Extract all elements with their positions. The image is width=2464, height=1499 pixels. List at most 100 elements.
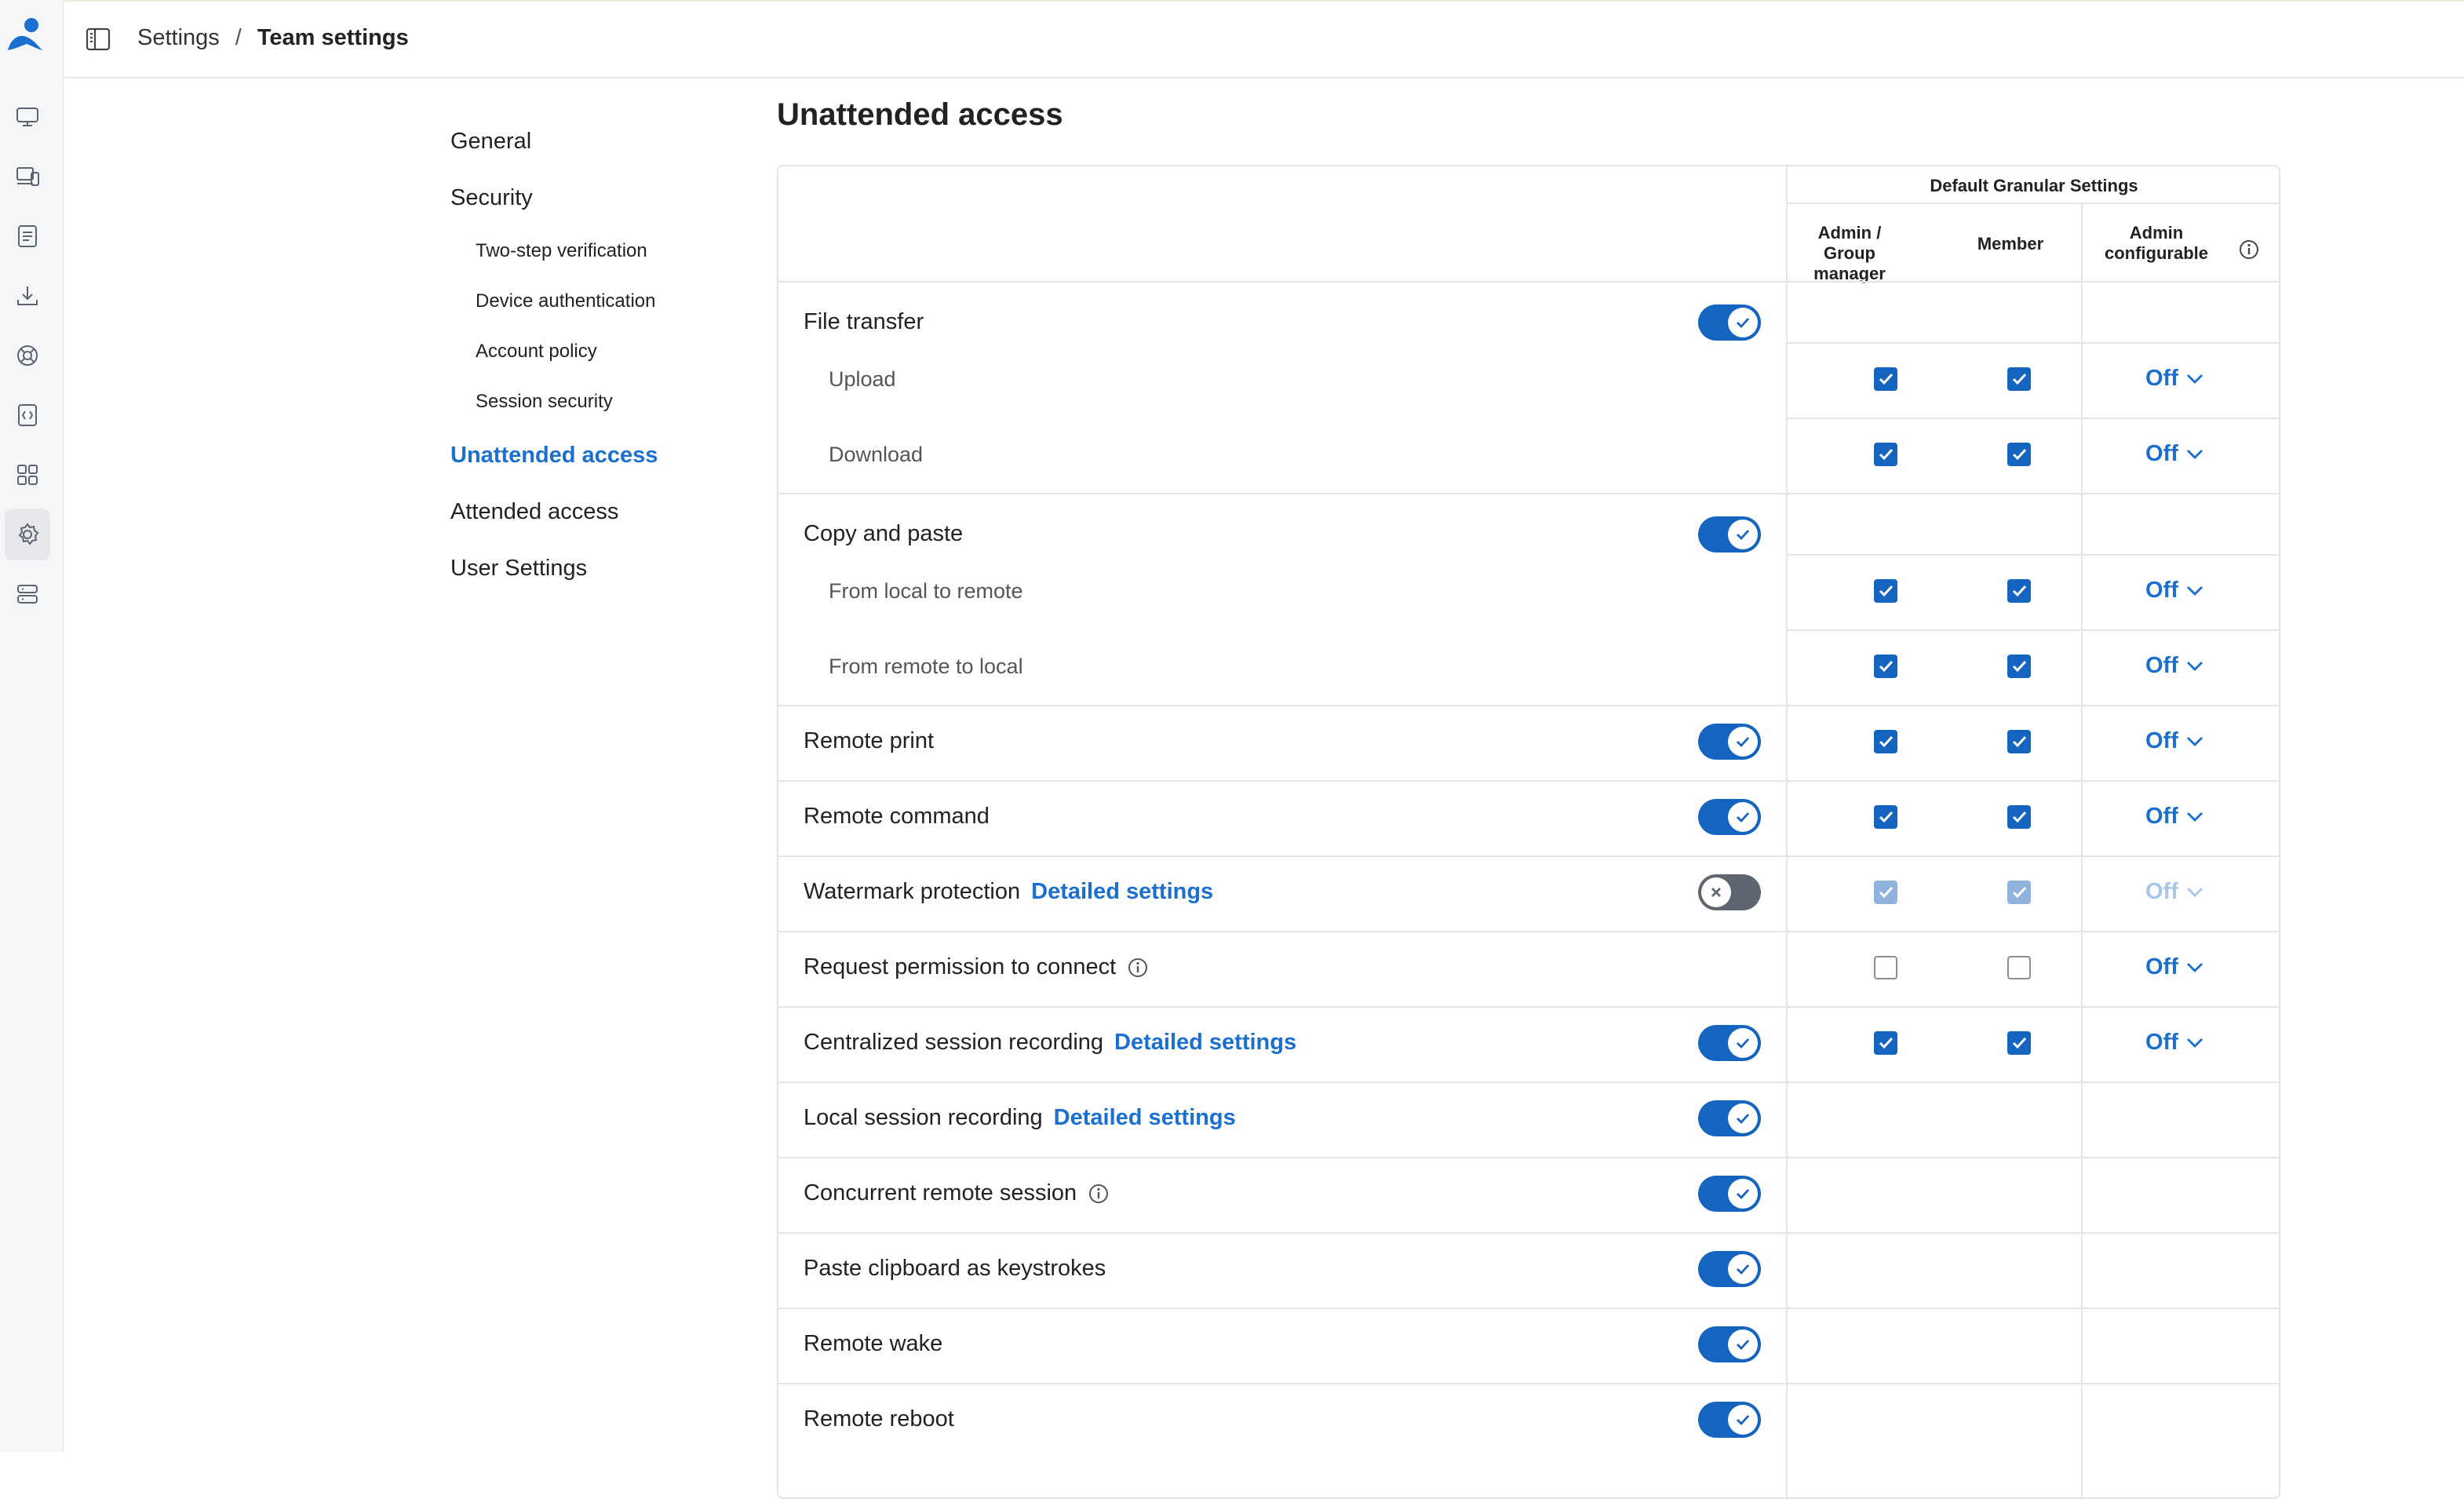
info-icon[interactable] [2238, 239, 2260, 261]
watermark-configurable-dropdown[interactable]: Off [2145, 879, 2203, 905]
file-transfer-toggle[interactable] [1698, 305, 1761, 341]
local-to-remote-member-checkbox[interactable] [2007, 579, 2031, 603]
row-remote-wake-label: Remote wake [804, 1331, 943, 1356]
check-icon [1728, 1254, 1758, 1284]
row-divider [778, 1157, 2279, 1158]
row-watermark-label: Watermark protection [804, 879, 1021, 904]
info-icon[interactable] [1127, 957, 1149, 979]
nav-account-policy[interactable]: Account policy [476, 341, 597, 363]
row-remote-print-label: Remote print [804, 728, 935, 753]
local-to-remote-admin-checkbox[interactable] [1874, 579, 1897, 603]
nav-device-authentication[interactable]: Device authentication [476, 290, 655, 312]
local-recording-toggle[interactable] [1698, 1100, 1761, 1136]
dropdown-value: Off [2145, 653, 2178, 678]
local-to-remote-configurable-dropdown[interactable]: Off [2145, 578, 2203, 604]
watermark-detailed-settings-link[interactable]: Detailed settings [1031, 879, 1213, 905]
nav-security[interactable]: Security [450, 185, 533, 211]
upload-configurable-dropdown[interactable]: Off [2145, 366, 2203, 392]
close-icon [1701, 877, 1731, 907]
nav-session-security[interactable]: Session security [476, 391, 613, 413]
upload-admin-checkbox[interactable] [1874, 367, 1897, 391]
col-admin-configurable: Admin configurable [2104, 223, 2208, 263]
remote-print-configurable-dropdown[interactable]: Off [2145, 728, 2203, 754]
icon-rail [0, 0, 64, 1452]
nav-unattended-access[interactable]: Unattended access [450, 443, 658, 469]
request-permission-member-checkbox[interactable] [2007, 956, 2031, 979]
centralized-recording-detailed-settings-link[interactable]: Detailed settings [1114, 1030, 1296, 1056]
nav-user-settings[interactable]: User Settings [450, 556, 587, 582]
sidebar-toggle-icon[interactable] [84, 25, 112, 53]
remote-command-member-checkbox[interactable] [2007, 805, 2031, 829]
row-divider [778, 705, 2279, 706]
chevron-down-icon [2186, 585, 2203, 596]
watermark-admin-checkbox[interactable] [1874, 881, 1897, 904]
watermark-toggle[interactable] [1698, 874, 1761, 910]
splashtop-logo-icon[interactable] [3, 14, 47, 58]
remote-to-local-configurable-dropdown[interactable]: Off [2145, 653, 2203, 679]
nav-general[interactable]: General [450, 129, 531, 155]
chevron-down-icon [2186, 887, 2203, 897]
rail-apps-icon[interactable] [5, 449, 50, 501]
remote-to-local-admin-checkbox[interactable] [1874, 655, 1897, 678]
chevron-down-icon [2186, 736, 2203, 746]
remote-reboot-toggle[interactable] [1698, 1402, 1761, 1438]
check-icon [1728, 727, 1758, 757]
row-centralized-recording: Centralized session recording Detailed s… [804, 1030, 1296, 1056]
remote-print-admin-checkbox[interactable] [1874, 730, 1897, 753]
settings-table: Default Granular Settings Admin / Group … [777, 165, 2280, 1499]
rail-computers-icon[interactable] [5, 91, 50, 143]
row-centralized-recording-label: Centralized session recording [804, 1030, 1104, 1055]
nav-attended-access[interactable]: Attended access [450, 499, 618, 525]
rail-sos-icon[interactable] [5, 389, 50, 441]
check-icon [1728, 1103, 1758, 1133]
info-icon[interactable] [1088, 1183, 1110, 1205]
breadcrumb-settings[interactable]: Settings [137, 25, 220, 51]
rail-settings-icon[interactable] [5, 509, 50, 560]
dropdown-value: Off [2145, 441, 2178, 466]
nav-two-step-verification[interactable]: Two-step verification [476, 240, 647, 262]
centralized-recording-admin-checkbox[interactable] [1874, 1031, 1897, 1055]
remote-command-configurable-dropdown[interactable]: Off [2145, 804, 2203, 830]
row-download-label: Download [829, 443, 924, 466]
concurrent-session-toggle[interactable] [1698, 1176, 1761, 1212]
centralized-recording-toggle[interactable] [1698, 1025, 1761, 1061]
request-permission-configurable-dropdown[interactable]: Off [2145, 954, 2203, 980]
copy-paste-toggle[interactable] [1698, 516, 1761, 553]
local-recording-detailed-settings-link[interactable]: Detailed settings [1054, 1105, 1236, 1131]
rail-servers-icon[interactable] [5, 568, 50, 620]
request-permission-admin-checkbox[interactable] [1874, 956, 1897, 979]
dropdown-value: Off [2145, 954, 2178, 979]
centralized-recording-configurable-dropdown[interactable]: Off [2145, 1030, 2203, 1056]
rail-reports-icon[interactable] [5, 210, 50, 262]
row-concurrent-session: Concurrent remote session [804, 1180, 1110, 1206]
download-configurable-dropdown[interactable]: Off [2145, 441, 2203, 467]
check-icon [1728, 1028, 1758, 1058]
row-request-permission-label: Request permission to connect [804, 954, 1117, 979]
row-divider [778, 1006, 2279, 1008]
remote-command-admin-checkbox[interactable] [1874, 805, 1897, 829]
check-icon [1728, 1179, 1758, 1209]
rail-download-icon[interactable] [5, 270, 50, 322]
group-header: Default Granular Settings [1930, 176, 2138, 195]
rail-support-icon[interactable] [5, 330, 50, 381]
watermark-member-checkbox[interactable] [2007, 881, 2031, 904]
row-paste-keystrokes-label: Paste clipboard as keystrokes [804, 1256, 1106, 1281]
check-icon [1728, 1329, 1758, 1359]
remote-to-local-member-checkbox[interactable] [2007, 655, 2031, 678]
row-local-recording: Local session recording Detailed setting… [804, 1105, 1236, 1131]
remote-command-toggle[interactable] [1698, 799, 1761, 835]
row-divider [778, 780, 2279, 782]
column-divider [1786, 166, 1788, 1497]
row-watermark: Watermark protection Detailed settings [804, 879, 1213, 905]
download-member-checkbox[interactable] [2007, 443, 2031, 466]
row-request-permission: Request permission to connect [804, 954, 1149, 980]
rail-devices-icon[interactable] [5, 151, 50, 202]
remote-wake-toggle[interactable] [1698, 1326, 1761, 1362]
remote-print-member-checkbox[interactable] [2007, 730, 2031, 753]
paste-keystrokes-toggle[interactable] [1698, 1251, 1761, 1287]
centralized-recording-member-checkbox[interactable] [2007, 1031, 2031, 1055]
upload-member-checkbox[interactable] [2007, 367, 2031, 391]
remote-print-toggle[interactable] [1698, 724, 1761, 760]
row-concurrent-session-label: Concurrent remote session [804, 1180, 1077, 1205]
download-admin-checkbox[interactable] [1874, 443, 1897, 466]
